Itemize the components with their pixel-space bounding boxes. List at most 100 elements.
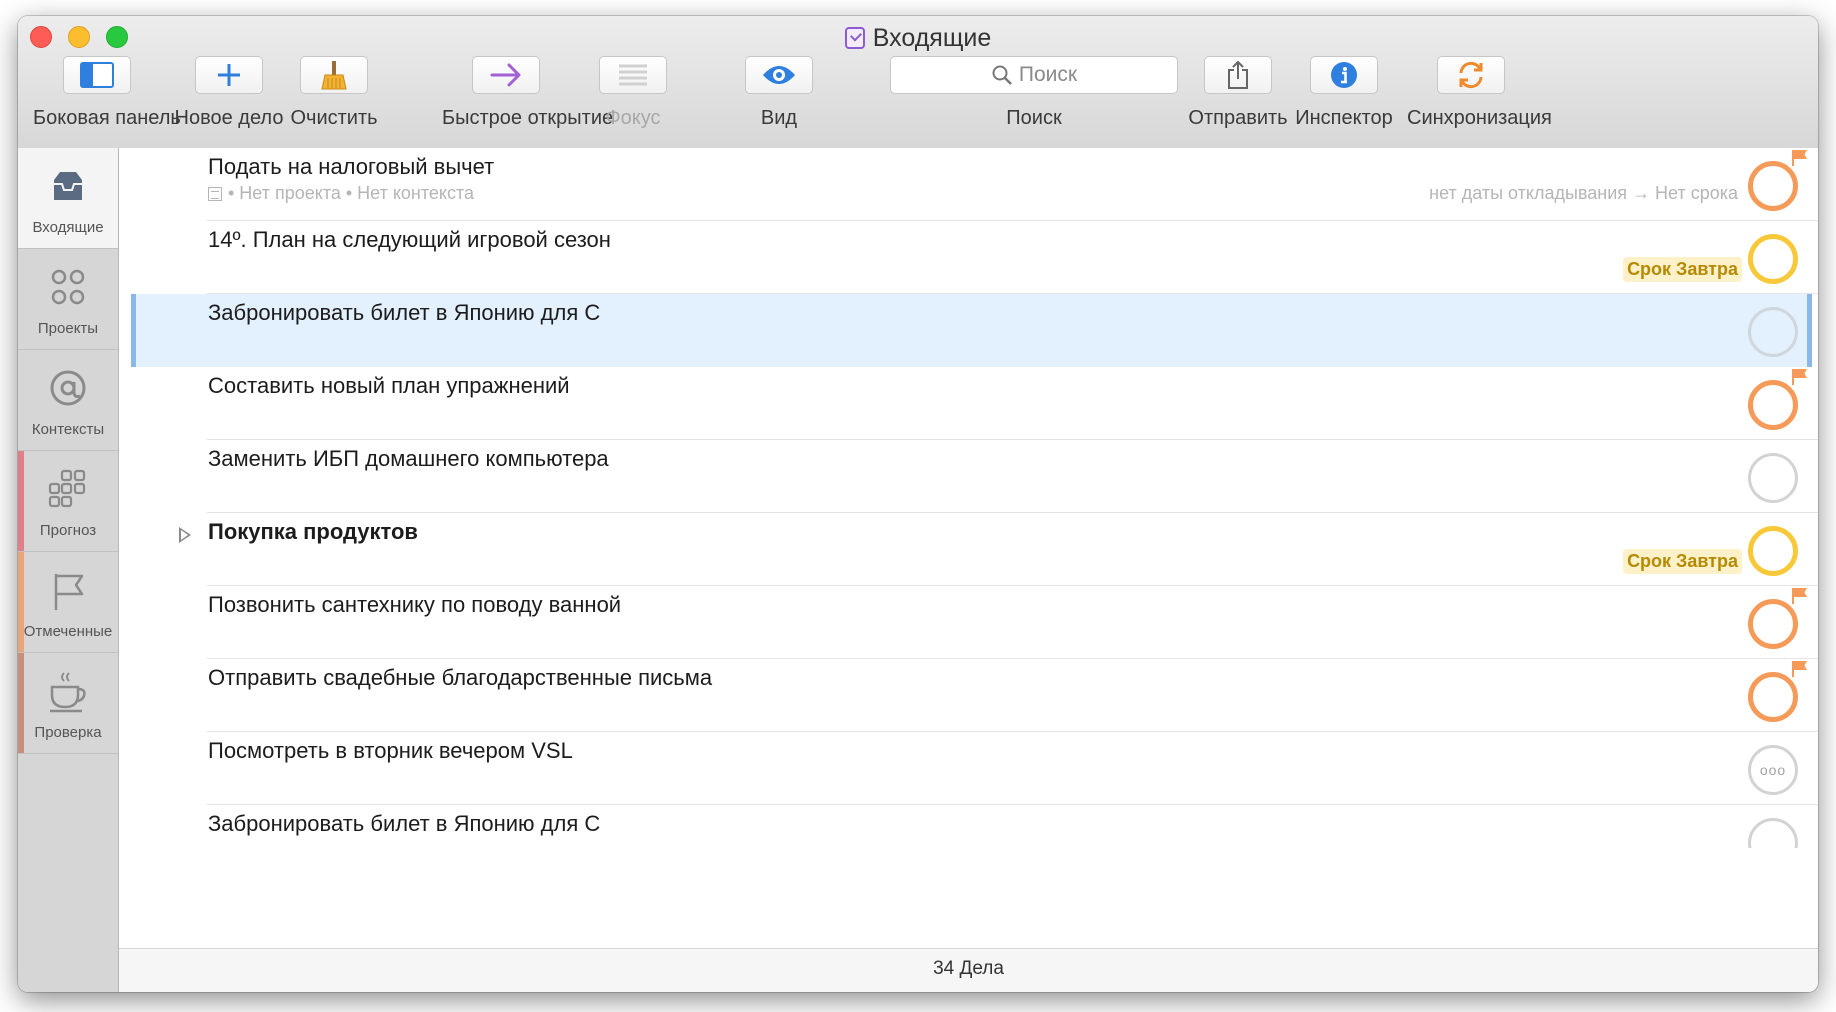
broom-icon bbox=[321, 61, 347, 90]
sync-icon bbox=[1459, 61, 1483, 89]
view-button[interactable] bbox=[745, 56, 813, 94]
forecast-grid-icon bbox=[48, 469, 86, 508]
share-button[interactable] bbox=[1204, 56, 1272, 94]
inspector-label: Инспектор bbox=[1295, 107, 1393, 129]
task-title[interactable]: 14º. План на следующий игровой сезон bbox=[208, 227, 611, 253]
status-circle-overdue[interactable] bbox=[1748, 599, 1798, 649]
inbox-check-icon bbox=[844, 27, 865, 49]
status-circle-repeat[interactable]: ooo bbox=[1748, 745, 1798, 795]
magnifier-icon bbox=[992, 65, 1012, 85]
task-row-selected[interactable]: Забронировать билет в Японию для С bbox=[119, 294, 1818, 367]
search-label: Поиск bbox=[1006, 107, 1062, 129]
sidebar-icon bbox=[80, 62, 114, 88]
task-title[interactable]: Забронировать билет в Японию для С bbox=[208, 300, 600, 326]
task-row[interactable]: Позвонить сантехнику по поводу ванной bbox=[119, 586, 1818, 659]
task-outline: Подать на налоговый вычет • Нет проекта … bbox=[119, 148, 1818, 992]
status-circle-due-soon[interactable] bbox=[1748, 526, 1798, 576]
app-window: Входящие Боковая панель Новое дело Очист… bbox=[18, 16, 1818, 992]
sidebar-tab-label: Отмеченные bbox=[23, 623, 113, 640]
quick-open-button[interactable] bbox=[472, 56, 540, 94]
info-icon bbox=[1331, 62, 1357, 88]
task-row[interactable]: Посмотреть в вторник вечером VSL ooo bbox=[119, 732, 1818, 805]
due-badge: Срок Завтра bbox=[1623, 257, 1742, 282]
ellipsis-icon: ooo bbox=[1759, 762, 1787, 778]
status-circle-overdue[interactable] bbox=[1748, 380, 1798, 430]
task-row[interactable]: Забронировать билет в Японию для С bbox=[119, 805, 1818, 848]
quick-open-toolbar-item[interactable]: Быстрое открытие bbox=[442, 56, 613, 146]
task-title[interactable]: Заменить ИБП домашнего компьютера bbox=[208, 446, 609, 472]
sidebar-tab-inbox[interactable]: Входящие bbox=[18, 148, 118, 249]
task-row[interactable]: Составить новый план упражнений bbox=[119, 367, 1818, 440]
flag-icon[interactable] bbox=[1792, 588, 1808, 604]
flag-icon[interactable] bbox=[1792, 369, 1808, 385]
coffee-cup-icon bbox=[50, 672, 86, 713]
task-group-row[interactable]: Покупка продуктов Срок Завтра bbox=[119, 513, 1818, 586]
projects-icon bbox=[51, 269, 85, 305]
sync-button[interactable] bbox=[1437, 56, 1505, 94]
status-circle-overdue[interactable] bbox=[1748, 161, 1798, 211]
task-title[interactable]: Составить новый план упражнений bbox=[208, 373, 570, 399]
view-label: Вид bbox=[760, 107, 798, 129]
sync-toolbar-item[interactable]: Синхронизация bbox=[1407, 56, 1552, 146]
eye-icon bbox=[763, 66, 795, 84]
quick-open-label: Быстрое открытие bbox=[442, 107, 614, 129]
task-title[interactable]: Подать на налоговый вычет bbox=[208, 154, 494, 180]
sidebar-tab-flagged[interactable]: Отмеченные bbox=[18, 552, 118, 653]
task-group-title[interactable]: Покупка продуктов bbox=[208, 519, 418, 545]
search-toolbar-item[interactable]: Поиск Поиск bbox=[890, 56, 1178, 146]
flag-icon[interactable] bbox=[1792, 150, 1808, 166]
task-title[interactable]: Отправить свадебные благодарственные пис… bbox=[208, 665, 712, 691]
task-row[interactable]: Заменить ИБП домашнего компьютера bbox=[119, 440, 1818, 513]
inspector-button[interactable] bbox=[1310, 56, 1378, 94]
task-row[interactable]: Отправить свадебные благодарственные пис… bbox=[119, 659, 1818, 732]
status-bar: 34 Дела bbox=[119, 948, 1818, 992]
focus-button[interactable] bbox=[599, 56, 667, 94]
new-action-button[interactable] bbox=[195, 56, 263, 94]
focus-label: Фокус bbox=[605, 107, 661, 129]
sidebar-toggle-button[interactable] bbox=[63, 56, 131, 94]
sidebar-tab-contexts[interactable]: Контексты bbox=[18, 350, 118, 451]
note-icon[interactable] bbox=[208, 187, 222, 201]
flag-icon[interactable] bbox=[1792, 661, 1808, 677]
task-row[interactable]: Подать на налоговый вычет • Нет проекта … bbox=[119, 148, 1818, 221]
clean-up-label: Очистить bbox=[290, 107, 378, 129]
task-row[interactable]: 14º. План на следующий игровой сезон Сро… bbox=[119, 221, 1818, 294]
sidebar-tab-label: Проекты bbox=[37, 320, 99, 337]
sidebar-tab-forecast[interactable]: Прогноз bbox=[18, 451, 118, 552]
status-circle[interactable] bbox=[1748, 307, 1798, 357]
sidebar-toolbar-item[interactable]: Боковая панель bbox=[33, 56, 181, 146]
status-circle-due-soon[interactable] bbox=[1748, 234, 1798, 284]
sidebar-tab-projects[interactable]: Проекты bbox=[18, 249, 118, 350]
window-title-text: Входящие bbox=[872, 24, 992, 52]
window-title: Входящие bbox=[18, 20, 1818, 56]
due-badge: Срок Завтра bbox=[1623, 549, 1742, 574]
share-icon bbox=[1228, 60, 1248, 89]
status-circle-overdue[interactable] bbox=[1748, 672, 1798, 722]
sidebar-tab-label: Проверка bbox=[34, 724, 102, 741]
task-row-partial[interactable]: Забронировать билет в Японию для С bbox=[119, 805, 1818, 848]
plus-icon bbox=[218, 64, 240, 86]
focus-toolbar-item[interactable]: Фокус bbox=[599, 56, 667, 146]
search-input[interactable]: Поиск bbox=[890, 56, 1178, 94]
task-title[interactable]: Посмотреть в вторник вечером VSL bbox=[208, 738, 573, 764]
disclosure-triangle-icon[interactable] bbox=[179, 527, 191, 543]
task-title[interactable]: Позвонить сантехнику по поводу ванной bbox=[208, 592, 621, 618]
task-title[interactable]: Забронировать билет в Японию для С bbox=[208, 811, 600, 837]
search-placeholder: Поиск bbox=[1018, 63, 1078, 86]
status-circle[interactable] bbox=[1748, 453, 1798, 503]
task-dates: нет даты откладывания → Нет срока bbox=[1429, 183, 1738, 203]
flag-icon bbox=[54, 574, 84, 610]
new-action-toolbar-item[interactable]: Новое дело bbox=[175, 56, 283, 146]
clean-up-toolbar-item[interactable]: Очистить bbox=[290, 56, 378, 146]
view-toolbar-item[interactable]: Вид bbox=[745, 56, 813, 146]
status-circle[interactable] bbox=[1748, 818, 1798, 848]
inspector-toolbar-item[interactable]: Инспектор bbox=[1295, 56, 1393, 146]
at-icon bbox=[50, 370, 86, 406]
inbox-icon bbox=[54, 172, 82, 200]
arrow-right-icon bbox=[490, 63, 521, 87]
sidebar-tab-review[interactable]: Проверка bbox=[18, 653, 118, 754]
perspective-sidebar: Входящие Проекты Контексты Прогноз Отмеч… bbox=[18, 148, 119, 992]
share-toolbar-item[interactable]: Отправить bbox=[1188, 56, 1288, 146]
clean-up-button[interactable] bbox=[300, 56, 368, 94]
sidebar-tab-label: Входящие bbox=[32, 219, 104, 236]
